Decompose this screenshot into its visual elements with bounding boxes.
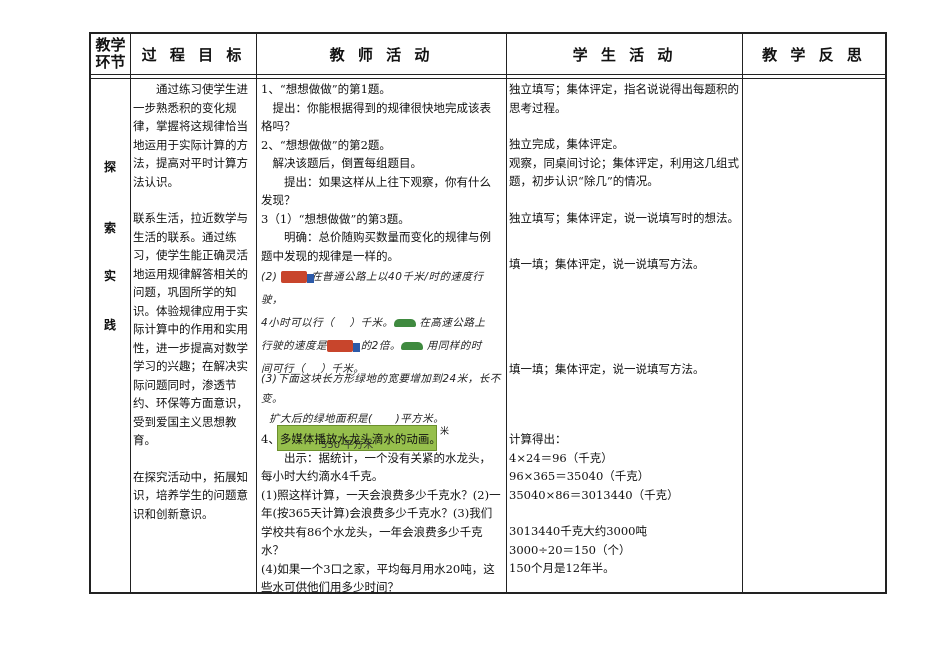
teacher-note: 明确：总价随购买数量而变化的规律与例题中发现的规律是一样的。 (261, 230, 491, 263)
header-student: 学 生 活 动 (572, 45, 677, 64)
teacher-hint: 提出：如果这样从上往下观察，你有什么发现？ (261, 174, 491, 208)
teacher-item-3: 3（1）“想想做做”的第3题。 (261, 211, 410, 226)
table-left-border (89, 32, 91, 594)
col-divider-3 (506, 32, 507, 594)
table-right-border (885, 32, 887, 594)
problem-label: (2) (261, 271, 278, 283)
calc-title: 计算得出： (509, 432, 567, 446)
header-goal: 过 程 目 标 (141, 45, 246, 64)
teacher-item-2: 2、“想想做做”的第2题。 (261, 137, 391, 152)
calc-line: 35040×86＝3013440（千克） (509, 487, 679, 502)
col-divider-1 (130, 32, 131, 594)
teacher-item-1: 1、“想想做做”的第1题。 (261, 82, 391, 96)
truck-icon (327, 340, 360, 352)
teacher-hint: 提出：你能根据得到的规律很快地完成该表格吗？ (261, 100, 491, 134)
stage-char: 践 (103, 318, 116, 332)
col-divider-2 (256, 32, 257, 594)
goal-text: 在探究活动中，拓展知识，培养学生的问题意识和创新意识。 (133, 469, 248, 521)
teacher-cell: 1、“想想做做”的第1题。 提出：你能根据得到的规律很快地完成该表格吗？ 2、“… (261, 80, 501, 265)
car-icon (393, 319, 416, 327)
calc-line: 3013440千克大约3000吨 (509, 524, 647, 538)
problem-2-image: (2) 在普通公路上以40千米/时的速度行驶， 4小时可以行（ ）千米。 在高速… (261, 271, 486, 375)
student-text: 观察，同桌间讨论；集体评定，利用这几组式题，初步认识“除几”的情况。 (509, 155, 739, 189)
teacher-questions: (1)照这样计算，一天会浪费多少千克水？(2)一年(按365天计算)会浪费多少千… (261, 487, 501, 558)
problem-3-image: (3)下面这块长方形绿地的宽要增加到24米，长不变。 扩大后的绿地面积是( )平… (261, 373, 501, 425)
student-text: 独立填写；集体评定，指名说说得出每题积的思考过程。 (509, 82, 739, 115)
stage-char: 索 (103, 221, 116, 235)
calc-line: 3000÷20＝150（个） (509, 542, 631, 557)
header-divider-double (89, 78, 887, 79)
header-stage: 教学环节 (95, 36, 126, 71)
reflection-cell[interactable] (745, 80, 883, 590)
truck-icon (281, 271, 315, 283)
header-reflection: 教 学 反 思 (762, 45, 866, 64)
teacher-question-4: (4)如果一个3口之家，平均每月用水20吨，这些水可供他们用多少时间？ (261, 561, 495, 595)
teacher-note: 解决该题后，倒置每组题目。 (272, 156, 423, 170)
goals-cell: 通过练习使学生进一步熟悉积的变化规律，掌握将这规律恰当地运用于实际计算的方法，提… (133, 80, 253, 523)
teacher-item-4: 4、多媒体播放水龙头滴水的动画。 (261, 432, 441, 446)
student-cell: 独立填写；集体评定，指名说说得出每题积的思考过程。 独立完成，集体评定。 观察，… (509, 80, 744, 227)
student-fill-1: 填一填；集体评定，说一说填写方法。 (509, 257, 705, 271)
goal-text: 通过练习使学生进一步熟悉积的变化规律，掌握将这规律恰当地运用于实际计算的方法，提… (133, 82, 248, 189)
stage-char: 实 (103, 269, 116, 283)
goal-text: 联系生活，拉近数学与生活的联系。通过练习，使学生能正确灵活地运用规律解答相关的问… (133, 211, 248, 447)
student-text: 独立填写；集体评定，说一说填写时的想法。 (509, 210, 739, 225)
student-calc: 计算得出： 4×24＝96（千克） 96×365＝35040（千克） 35040… (509, 430, 744, 578)
calc-line: 96×365＝35040（千克） (509, 469, 650, 483)
lesson-plan-table: 教学环节 过 程 目 标 教 师 活 动 学 生 活 动 教 学 反 思 探 索… (89, 32, 887, 594)
teacher-note: 出示：据统计，一个没有关紧的水龙头，每小时大约滴水4千克。 (261, 450, 491, 484)
teacher-cell-lower: 4、多媒体播放水龙头滴水的动画。 出示：据统计，一个没有关紧的水龙头，每小时大约… (261, 430, 501, 597)
calc-line: 4×24＝96（千克） (509, 450, 613, 465)
student-fill-2: 填一填；集体评定，说一说填写方法。 (509, 362, 705, 376)
stage-char: 探 (103, 160, 116, 174)
calc-line: 150个月是12年半。 (509, 561, 615, 575)
header-teacher: 教 师 活 动 (329, 45, 434, 64)
student-text: 独立完成，集体评定。 (509, 137, 624, 151)
car-icon (400, 342, 423, 350)
